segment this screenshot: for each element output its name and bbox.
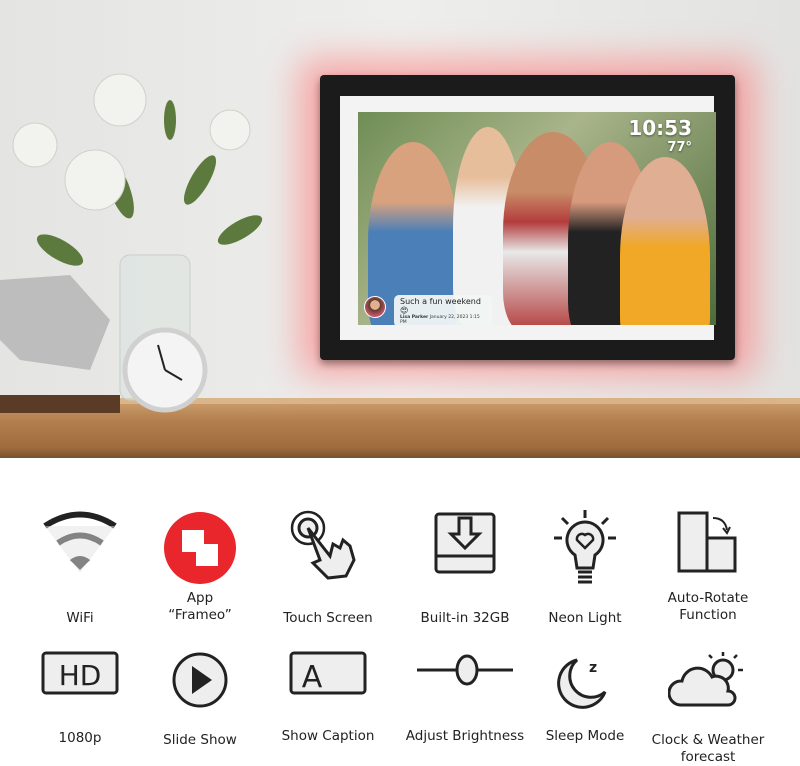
feature-rotate: Auto-Rotate Function: [643, 508, 773, 623]
weather-temp: 77°: [667, 140, 692, 155]
svg-text:z: z: [589, 660, 597, 676]
feature-label: 1080p: [58, 730, 102, 746]
feature-label: Show Caption: [281, 728, 375, 744]
feature-label: Sleep Mode: [545, 728, 625, 744]
play-icon: [135, 650, 265, 710]
feature-moon: z Sleep Mode: [520, 650, 650, 744]
feature-label: Touch Screen: [283, 610, 373, 626]
feature-bulb: Neon Light: [520, 508, 650, 626]
feature-label: App “Frameo”: [168, 590, 232, 623]
feature-label: WiFi: [66, 610, 94, 626]
feature-label: Built-in 32GB: [420, 610, 510, 626]
feature-storage: Built-in 32GB: [400, 508, 530, 626]
bulb-icon: [520, 508, 650, 588]
caption-bubble: Such a fun weekend 😍 Lisa Parker January…: [394, 295, 492, 325]
feature-weather: Clock & Weather forecast: [643, 650, 773, 765]
feature-label: Neon Light: [548, 610, 622, 626]
feature-grid: WiFi App “Frameo” Touch Screen Built-in 32G…: [0, 458, 800, 765]
feature-play: Slide Show: [135, 650, 265, 748]
product-scene: 10:53 77° Such a fun weekend 😍 Lisa Park…: [0, 0, 800, 458]
feature-label: Auto-Rotate Function: [667, 590, 749, 623]
caption-text: Such a fun weekend 😍: [400, 297, 481, 315]
frameo-app-icon: [135, 508, 265, 588]
wifi-icon: [15, 508, 145, 578]
feature-slider: Adjust Brightness: [400, 650, 530, 744]
feature-caption: A Show Caption: [263, 650, 393, 744]
rotate-icon: [643, 508, 773, 578]
feature-touch: Touch Screen: [263, 508, 393, 626]
weather-icon: [643, 650, 773, 710]
clock-time: 10:53: [628, 116, 692, 140]
vase-flowers-decor: [0, 73, 263, 413]
moon-icon: z: [520, 650, 650, 710]
hd-icon: HD: [15, 650, 145, 698]
feature-label: Clock & Weather forecast: [651, 732, 765, 765]
frame-screen[interactable]: 10:53 77° Such a fun weekend 😍 Lisa Park…: [358, 112, 716, 325]
caption-avatar: [364, 296, 386, 318]
touch-icon: [263, 508, 393, 583]
feature-label: Slide Show: [163, 732, 237, 748]
storage-icon: [400, 508, 530, 578]
caption-icon: A: [263, 650, 393, 698]
feature-wifi: WiFi: [15, 508, 145, 626]
feature-label: Adjust Brightness: [405, 728, 525, 744]
slider-icon: [400, 650, 530, 690]
svg-text:A: A: [302, 660, 323, 695]
feature-frameo-app: App “Frameo”: [135, 508, 265, 623]
svg-text:HD: HD: [59, 659, 102, 692]
feature-hd: HD 1080p: [15, 650, 145, 746]
